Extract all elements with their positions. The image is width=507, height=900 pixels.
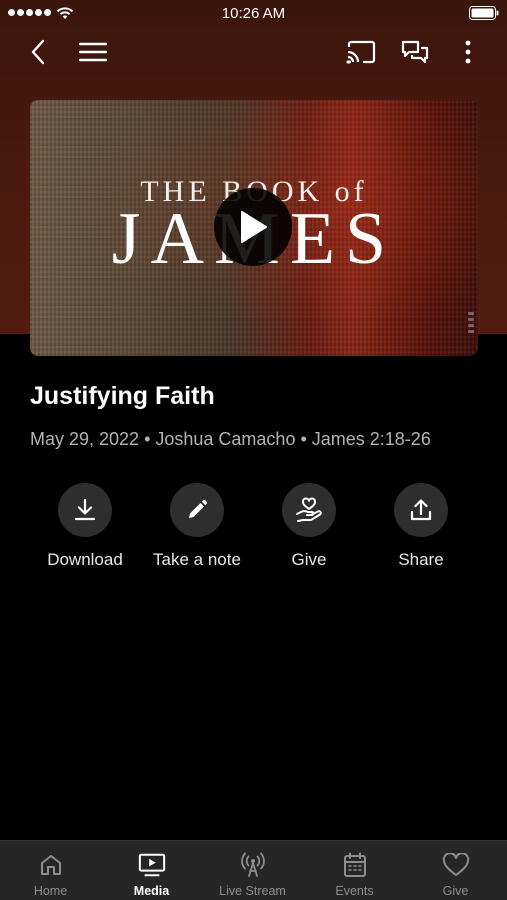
chat-icon	[401, 40, 429, 64]
share-icon	[410, 499, 432, 521]
drag-handle	[468, 312, 474, 336]
sermon-artwork[interactable]: THE BOOK of JAMES	[30, 100, 478, 356]
take-note-button[interactable]: Take a note	[137, 483, 257, 570]
share-button[interactable]: Share	[361, 483, 481, 570]
media-icon	[138, 853, 165, 877]
play-button[interactable]	[214, 188, 292, 266]
give-icon-circle	[282, 483, 336, 537]
status-bar: 10:26 AM	[0, 0, 507, 28]
sermon-meta: May 29, 2022 • Joshua Camacho • James 2:…	[30, 429, 431, 449]
tab-live-stream-label: Live Stream	[219, 884, 286, 898]
more-vertical-icon	[465, 40, 471, 64]
heart-icon	[442, 853, 469, 876]
tab-events-label: Events	[335, 884, 374, 898]
hamburger-icon	[79, 42, 107, 62]
sermon-title: Justifying Faith	[30, 382, 215, 410]
give-label: Give	[291, 550, 327, 569]
hand-heart-icon	[296, 497, 322, 522]
more-options-button[interactable]	[450, 34, 486, 70]
battery-icon	[469, 6, 499, 20]
tab-home-label: Home	[33, 884, 68, 898]
chat-button[interactable]	[397, 34, 433, 70]
share-label: Share	[398, 550, 444, 569]
download-icon	[74, 498, 96, 521]
tab-bar: Home Media Live Stream Events Give	[0, 840, 507, 900]
tab-give-label: Give	[442, 884, 469, 898]
cast-icon	[346, 40, 376, 64]
tab-give[interactable]: Give	[405, 841, 506, 900]
tab-home[interactable]: Home	[0, 841, 101, 900]
home-icon	[40, 855, 61, 875]
download-button[interactable]: Download	[25, 483, 145, 570]
take-note-label: Take a note	[153, 550, 241, 569]
note-icon-circle	[170, 483, 224, 537]
tab-events[interactable]: Events	[304, 841, 405, 900]
download-label: Download	[47, 550, 123, 569]
tab-live-stream[interactable]: Live Stream	[202, 841, 303, 900]
tab-media[interactable]: Media	[101, 841, 202, 900]
chevron-left-icon	[31, 39, 45, 65]
cast-button[interactable]	[343, 34, 379, 70]
download-icon-circle	[58, 483, 112, 537]
back-button[interactable]	[20, 34, 56, 70]
tab-media-label: Media	[133, 884, 170, 898]
status-time: 10:26 AM	[221, 5, 286, 22]
give-button[interactable]: Give	[249, 483, 369, 570]
menu-button[interactable]	[75, 34, 111, 70]
pencil-icon	[189, 499, 208, 518]
broadcast-icon	[240, 852, 265, 877]
play-icon	[241, 211, 267, 243]
share-icon-circle	[394, 483, 448, 537]
calendar-icon	[343, 852, 366, 877]
